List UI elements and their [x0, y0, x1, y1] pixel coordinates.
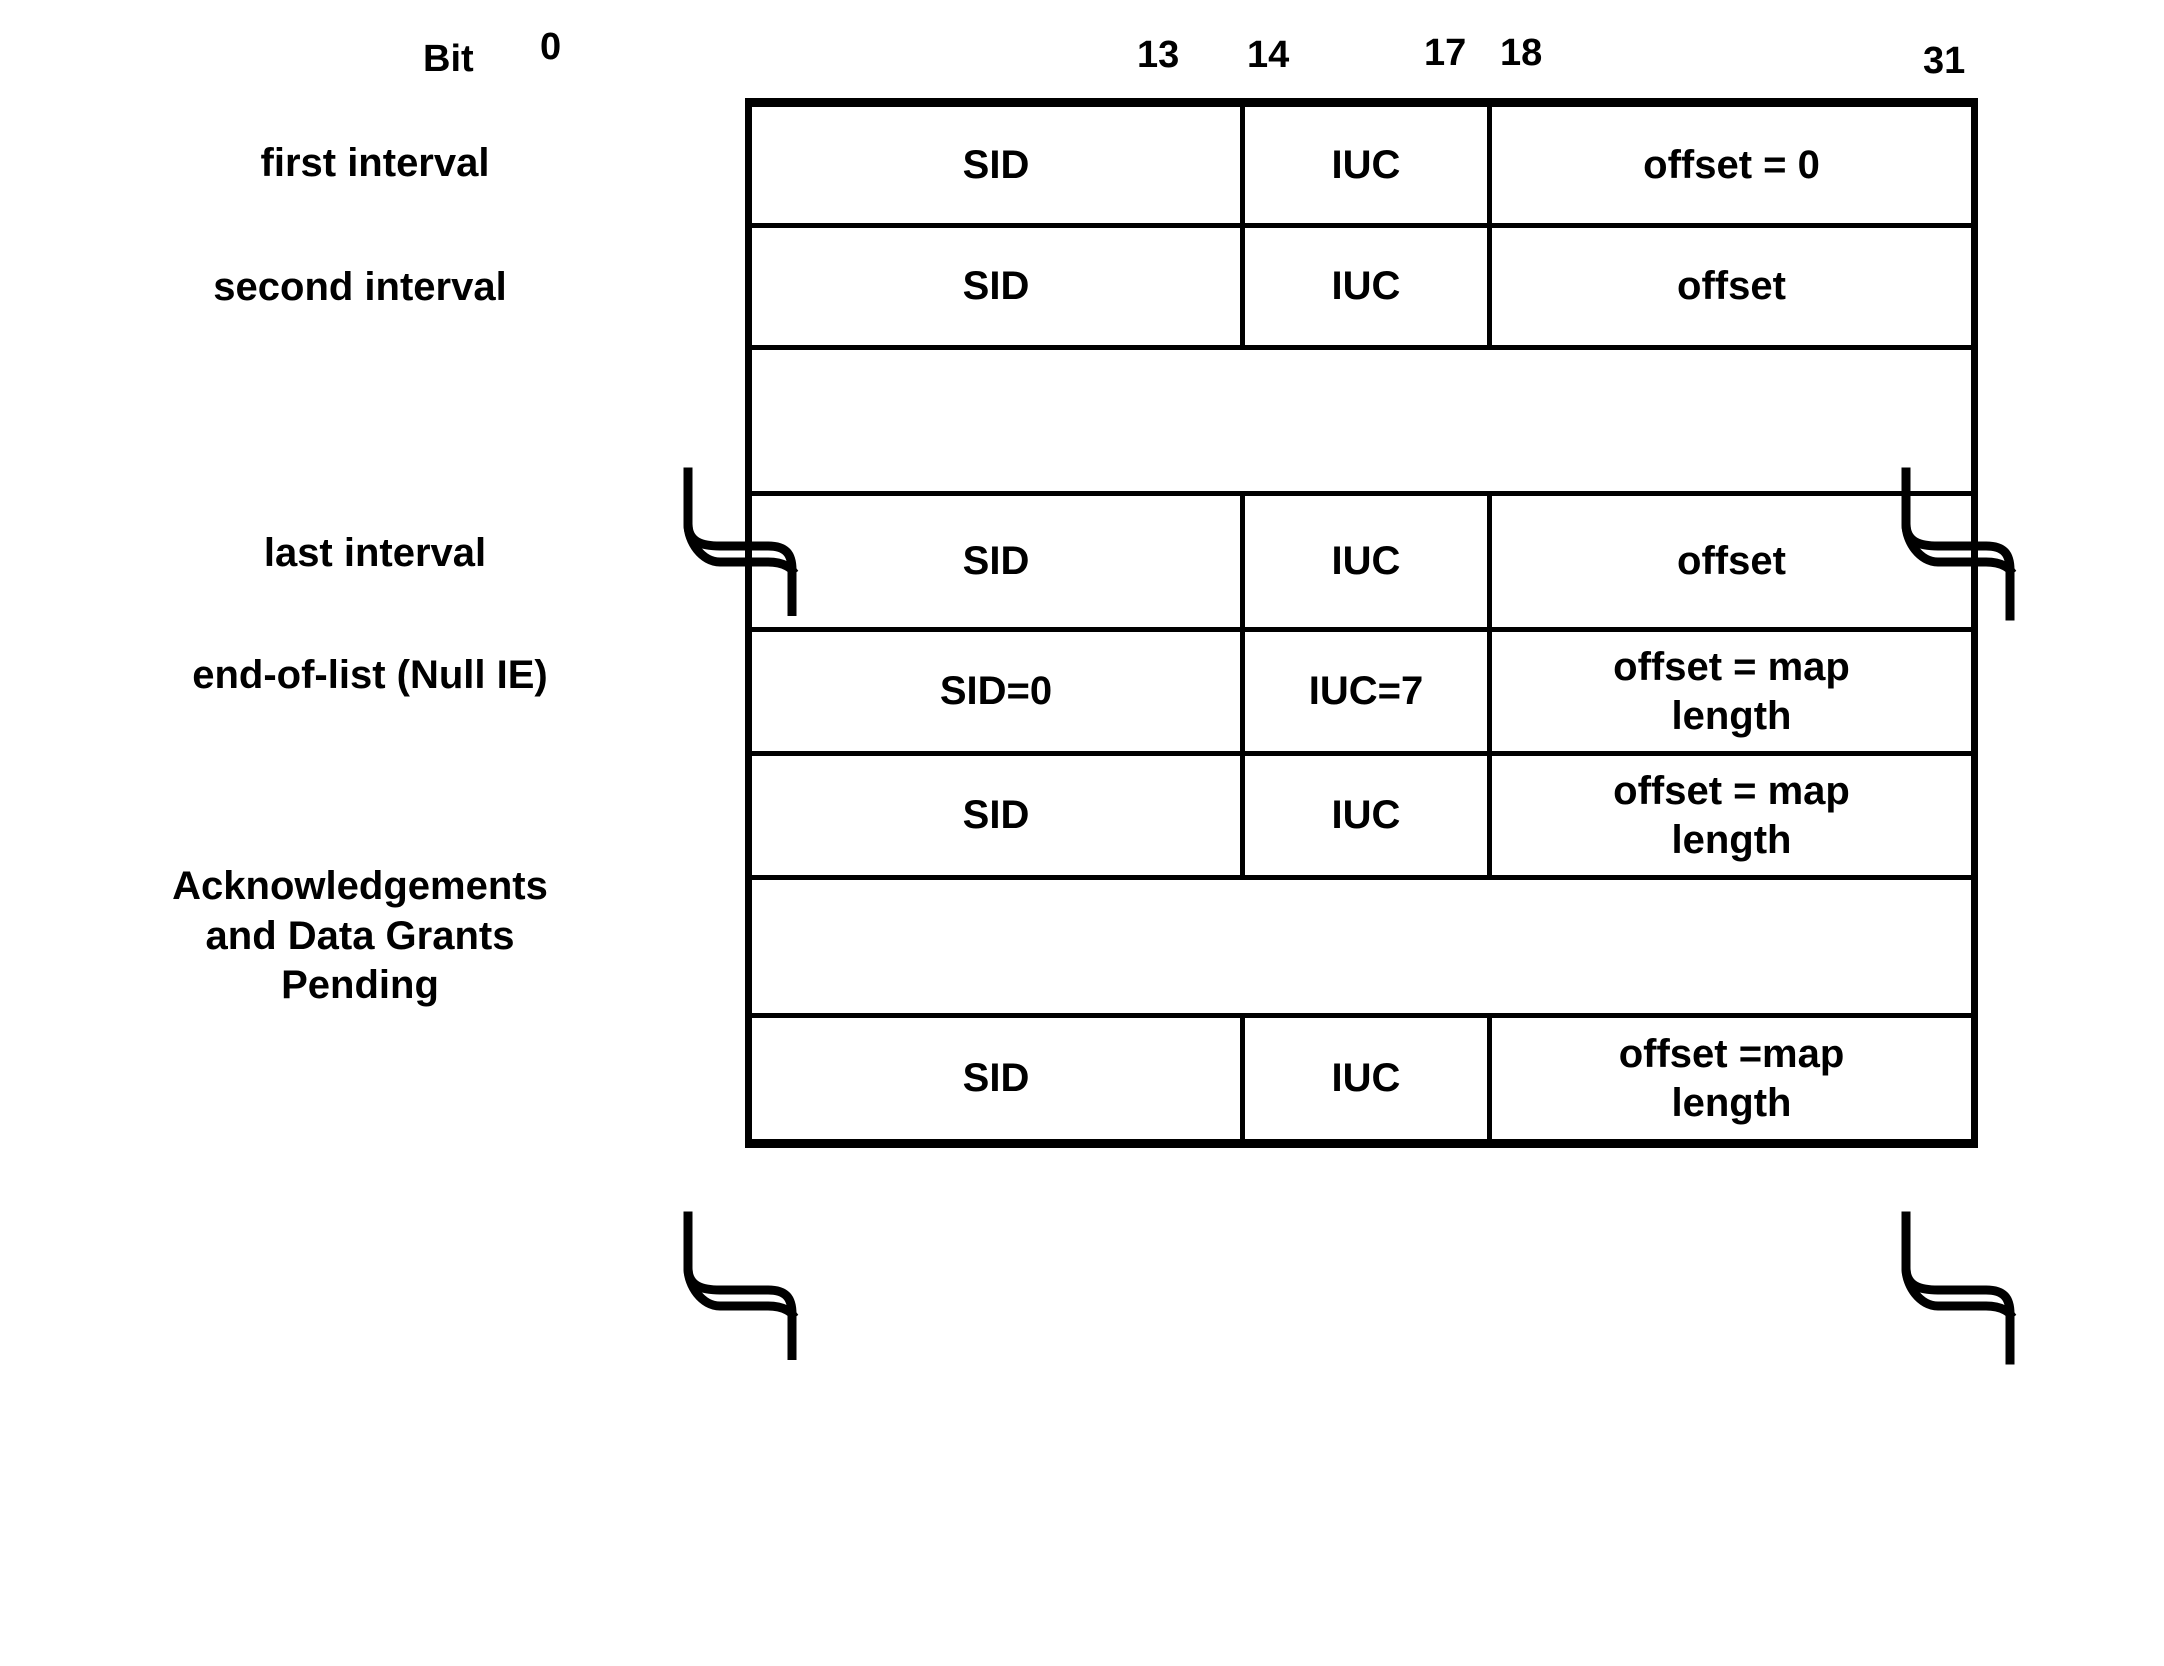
table-row: SID IUC offset =map length	[752, 1018, 1971, 1148]
row-label-end-of-list: end-of-list (Null IE)	[192, 653, 548, 697]
bit-axis-header: Bit 0 13 14 17 18 31	[0, 0, 2164, 96]
bit-tick-31: 31	[1923, 40, 1966, 82]
cell-offset: offset	[1677, 264, 1786, 309]
bit-axis-caption: Bit	[423, 38, 474, 80]
bit-tick-17: 17	[1424, 32, 1467, 74]
cell-sid: SID	[752, 756, 1245, 875]
cell-offset: offset =map length	[1618, 1031, 1845, 1125]
break-squiggle-left-lower	[683, 1211, 799, 1360]
table-row-break-gap	[752, 880, 1971, 1018]
cell-sid: SID	[752, 496, 1245, 627]
cell-sid: SID	[752, 1018, 1245, 1139]
cell-sid: SID	[752, 107, 1245, 223]
break-squiggle-right-lower	[1901, 1211, 2017, 1365]
cell-offset: offset = 0	[1643, 142, 1820, 187]
bit-tick-13: 13	[1137, 34, 1180, 76]
cell-iuc: IUC	[1245, 1018, 1492, 1139]
table-row: SID IUC offset = 0	[752, 98, 1971, 228]
cell-break-gap	[752, 350, 1971, 491]
table-row: SID IUC offset = map length	[752, 756, 1971, 880]
table-row-break-gap	[752, 350, 1971, 496]
cell-offset: offset = map length	[1613, 768, 1850, 862]
row-label-acknowledgements-pending: Acknowledgements and Data Grants Pending	[172, 864, 548, 1008]
row-label-second-interval: second interval	[213, 265, 507, 309]
bit-tick-18: 18	[1500, 32, 1543, 74]
diagram-canvas: Bit 0 13 14 17 18 31 first interval seco…	[0, 0, 2164, 1666]
bit-tick-0: 0	[540, 26, 562, 68]
row-label-last-interval: last interval	[263, 531, 487, 575]
table-row: SID IUC offset	[752, 228, 1971, 350]
cell-iuc: IUC	[1245, 756, 1492, 875]
cell-sid: SID	[752, 228, 1245, 345]
cell-iuc: IUC	[1245, 228, 1492, 345]
cell-break-gap	[752, 880, 1971, 1013]
cell-offset: offset	[1677, 539, 1786, 584]
cell-iuc: IUC=7	[1245, 632, 1492, 751]
cell-sid: SID=0	[752, 632, 1245, 751]
cell-iuc: IUC	[1245, 496, 1492, 627]
table-row: SID IUC offset	[752, 496, 1971, 632]
bit-tick-14: 14	[1247, 34, 1290, 76]
row-label-first-interval: first interval	[260, 141, 490, 185]
cell-offset: offset = map length	[1613, 644, 1850, 738]
cell-iuc: IUC	[1245, 107, 1492, 223]
table-row: SID=0 IUC=7 offset = map length	[752, 632, 1971, 756]
bit-field-table: SID IUC offset = 0 SID IUC offset SID IU…	[745, 98, 1978, 1148]
